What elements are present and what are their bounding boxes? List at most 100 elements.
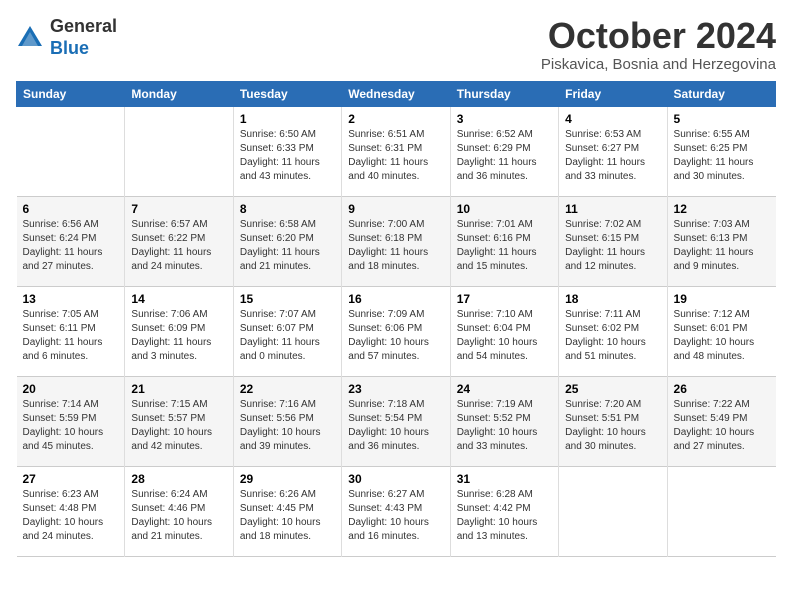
logo-general: General xyxy=(50,16,117,36)
logo-blue: Blue xyxy=(50,38,89,58)
day-number: 10 xyxy=(457,202,552,216)
calendar-cell: 21 Sunrise: 7:15 AM Sunset: 5:57 PM Dayli… xyxy=(125,376,233,466)
calendar-cell: 28 Sunrise: 6:24 AM Sunset: 4:46 PM Dayli… xyxy=(125,466,233,556)
day-number: 8 xyxy=(240,202,335,216)
col-monday: Monday xyxy=(125,81,233,106)
calendar-cell: 9Sunrise: 7:00 AM Sunset: 6:18 PM Daylig… xyxy=(342,196,450,286)
day-info: Sunrise: 7:20 AM Sunset: 5:51 PM Dayligh… xyxy=(565,398,660,454)
calendar-table: Sunday Monday Tuesday Wednesday Thursday… xyxy=(16,81,776,557)
calendar-cell: 31 Sunrise: 6:28 AM Sunset: 4:42 PM Dayli… xyxy=(450,466,558,556)
day-info: Sunrise: 6:24 AM Sunset: 4:46 PM Dayligh… xyxy=(131,488,226,544)
calendar-cell: 19 Sunrise: 7:12 AM Sunset: 6:01 PM Dayli… xyxy=(667,286,775,376)
col-wednesday: Wednesday xyxy=(342,81,450,106)
day-info: Sunrise: 6:57 AM Sunset: 6:22 PM Dayligh… xyxy=(131,218,226,274)
day-info: Sunrise: 6:26 AM Sunset: 4:45 PM Dayligh… xyxy=(240,488,335,544)
calendar-cell: 4Sunrise: 6:53 AM Sunset: 6:27 PM Daylig… xyxy=(559,106,667,196)
calendar-cell: 10 Sunrise: 7:01 AM Sunset: 6:16 PM Dayli… xyxy=(450,196,558,286)
logo-icon xyxy=(16,24,44,52)
day-number: 18 xyxy=(565,292,660,306)
day-info: Sunrise: 7:01 AM Sunset: 6:16 PM Dayligh… xyxy=(457,218,552,274)
day-info: Sunrise: 7:18 AM Sunset: 5:54 PM Dayligh… xyxy=(348,398,443,454)
calendar-cell: 1Sunrise: 6:50 AM Sunset: 6:33 PM Daylig… xyxy=(233,106,341,196)
day-info: Sunrise: 6:53 AM Sunset: 6:27 PM Dayligh… xyxy=(565,128,660,184)
col-friday: Friday xyxy=(559,81,667,106)
day-info: Sunrise: 6:23 AM Sunset: 4:48 PM Dayligh… xyxy=(23,488,119,544)
calendar-cell: 5 Sunrise: 6:55 AM Sunset: 6:25 PM Daylig… xyxy=(667,106,775,196)
day-info: Sunrise: 6:27 AM Sunset: 4:43 PM Dayligh… xyxy=(348,488,443,544)
day-number: 29 xyxy=(240,472,335,486)
day-number: 2 xyxy=(348,112,443,126)
day-info: Sunrise: 6:28 AM Sunset: 4:42 PM Dayligh… xyxy=(457,488,552,544)
day-number: 30 xyxy=(348,472,443,486)
day-number: 20 xyxy=(23,382,119,396)
calendar-cell xyxy=(125,106,233,196)
calendar-cell: 6 Sunrise: 6:56 AM Sunset: 6:24 PM Daylig… xyxy=(17,196,125,286)
calendar-cell: 2 Sunrise: 6:51 AM Sunset: 6:31 PM Daylig… xyxy=(342,106,450,196)
calendar-cell: 14Sunrise: 7:06 AM Sunset: 6:09 PM Dayli… xyxy=(125,286,233,376)
page-header: General Blue October 2024 Piskavica, Bos… xyxy=(16,16,776,73)
day-number: 14 xyxy=(131,292,226,306)
day-number: 5 xyxy=(674,112,770,126)
day-number: 28 xyxy=(131,472,226,486)
day-info: Sunrise: 7:05 AM Sunset: 6:11 PM Dayligh… xyxy=(23,308,119,364)
day-info: Sunrise: 7:15 AM Sunset: 5:57 PM Dayligh… xyxy=(131,398,226,454)
day-number: 21 xyxy=(131,382,226,396)
calendar-cell: 7 Sunrise: 6:57 AM Sunset: 6:22 PM Daylig… xyxy=(125,196,233,286)
day-info: Sunrise: 7:10 AM Sunset: 6:04 PM Dayligh… xyxy=(457,308,552,364)
calendar-cell: 15 Sunrise: 7:07 AM Sunset: 6:07 PM Dayli… xyxy=(233,286,341,376)
day-number: 27 xyxy=(23,472,119,486)
calendar-week-5: 27 Sunrise: 6:23 AM Sunset: 4:48 PM Dayli… xyxy=(17,466,776,556)
day-info: Sunrise: 7:14 AM Sunset: 5:59 PM Dayligh… xyxy=(23,398,119,454)
day-info: Sunrise: 6:55 AM Sunset: 6:25 PM Dayligh… xyxy=(674,128,770,184)
calendar-cell: 8 Sunrise: 6:58 AM Sunset: 6:20 PM Daylig… xyxy=(233,196,341,286)
day-info: Sunrise: 7:09 AM Sunset: 6:06 PM Dayligh… xyxy=(348,308,443,364)
day-number: 1 xyxy=(240,112,335,126)
day-number: 16 xyxy=(348,292,443,306)
title-block: October 2024 Piskavica, Bosnia and Herze… xyxy=(541,16,776,73)
day-number: 12 xyxy=(674,202,770,216)
day-number: 11 xyxy=(565,202,660,216)
calendar-week-1: 1Sunrise: 6:50 AM Sunset: 6:33 PM Daylig… xyxy=(17,106,776,196)
calendar-week-3: 13 Sunrise: 7:05 AM Sunset: 6:11 PM Dayli… xyxy=(17,286,776,376)
day-number: 6 xyxy=(23,202,119,216)
day-info: Sunrise: 6:56 AM Sunset: 6:24 PM Dayligh… xyxy=(23,218,119,274)
day-number: 13 xyxy=(23,292,119,306)
day-number: 17 xyxy=(457,292,552,306)
col-saturday: Saturday xyxy=(667,81,775,106)
calendar-cell: 20 Sunrise: 7:14 AM Sunset: 5:59 PM Dayli… xyxy=(17,376,125,466)
day-number: 15 xyxy=(240,292,335,306)
day-number: 26 xyxy=(674,382,770,396)
day-info: Sunrise: 7:12 AM Sunset: 6:01 PM Dayligh… xyxy=(674,308,770,364)
calendar-week-2: 6 Sunrise: 6:56 AM Sunset: 6:24 PM Daylig… xyxy=(17,196,776,286)
calendar-cell xyxy=(17,106,125,196)
calendar-cell: 24Sunrise: 7:19 AM Sunset: 5:52 PM Dayli… xyxy=(450,376,558,466)
location-subtitle: Piskavica, Bosnia and Herzegovina xyxy=(541,56,776,73)
day-info: Sunrise: 7:07 AM Sunset: 6:07 PM Dayligh… xyxy=(240,308,335,364)
calendar-cell xyxy=(559,466,667,556)
calendar-cell: 22 Sunrise: 7:16 AM Sunset: 5:56 PM Dayli… xyxy=(233,376,341,466)
col-thursday: Thursday xyxy=(450,81,558,106)
col-tuesday: Tuesday xyxy=(233,81,341,106)
calendar-cell: 11 Sunrise: 7:02 AM Sunset: 6:15 PM Dayli… xyxy=(559,196,667,286)
day-number: 22 xyxy=(240,382,335,396)
day-number: 19 xyxy=(674,292,770,306)
day-info: Sunrise: 7:22 AM Sunset: 5:49 PM Dayligh… xyxy=(674,398,770,454)
day-number: 31 xyxy=(457,472,552,486)
calendar-cell: 16 Sunrise: 7:09 AM Sunset: 6:06 PM Dayli… xyxy=(342,286,450,376)
header-row: Sunday Monday Tuesday Wednesday Thursday… xyxy=(17,81,776,106)
calendar-cell: 17 Sunrise: 7:10 AM Sunset: 6:04 PM Dayli… xyxy=(450,286,558,376)
calendar-cell: 23 Sunrise: 7:18 AM Sunset: 5:54 PM Dayli… xyxy=(342,376,450,466)
day-number: 3 xyxy=(457,112,552,126)
day-info: Sunrise: 6:51 AM Sunset: 6:31 PM Dayligh… xyxy=(348,128,443,184)
day-number: 23 xyxy=(348,382,443,396)
calendar-cell: 25Sunrise: 7:20 AM Sunset: 5:51 PM Dayli… xyxy=(559,376,667,466)
calendar-cell: 29 Sunrise: 6:26 AM Sunset: 4:45 PM Dayli… xyxy=(233,466,341,556)
logo-text: General Blue xyxy=(50,16,117,59)
day-number: 7 xyxy=(131,202,226,216)
day-info: Sunrise: 7:16 AM Sunset: 5:56 PM Dayligh… xyxy=(240,398,335,454)
calendar-cell: 18Sunrise: 7:11 AM Sunset: 6:02 PM Dayli… xyxy=(559,286,667,376)
day-info: Sunrise: 7:02 AM Sunset: 6:15 PM Dayligh… xyxy=(565,218,660,274)
day-info: Sunrise: 7:03 AM Sunset: 6:13 PM Dayligh… xyxy=(674,218,770,274)
calendar-cell xyxy=(667,466,775,556)
day-info: Sunrise: 6:58 AM Sunset: 6:20 PM Dayligh… xyxy=(240,218,335,274)
